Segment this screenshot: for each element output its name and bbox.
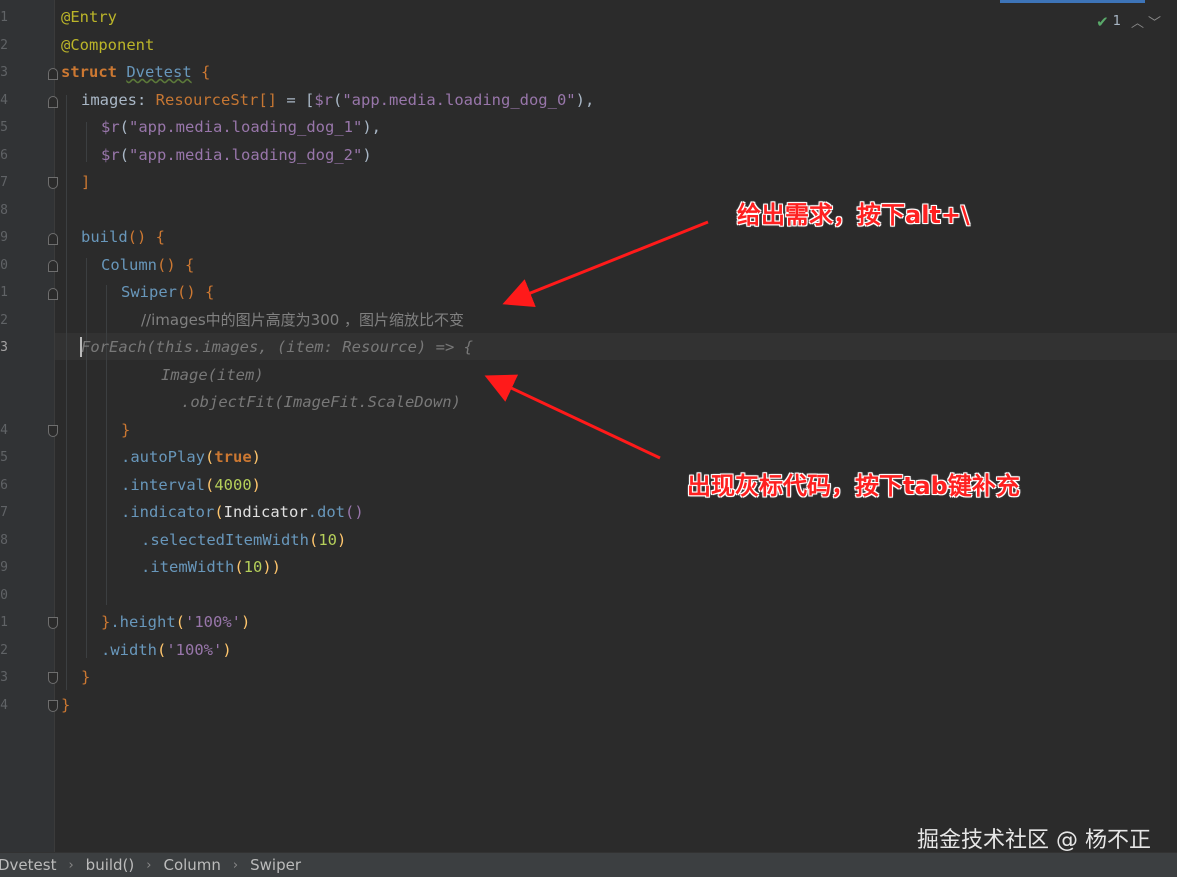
arrow-to-ghost-code — [484, 374, 661, 460]
breadcrumb-item-column[interactable]: Column — [163, 856, 220, 874]
arrow-to-comment — [502, 220, 709, 308]
breadcrumb-item-swiper[interactable]: Swiper — [250, 856, 301, 874]
chevron-right-icon: › — [68, 857, 74, 873]
breadcrumb-item-build[interactable]: build() — [86, 856, 135, 874]
chevron-right-icon: › — [232, 857, 239, 873]
annotation-arrows — [484, 220, 709, 460]
annotation-bottom: 出现灰标代码，按下tab键补充 — [687, 472, 1020, 500]
chevron-right-icon: › — [146, 857, 152, 873]
annotation-top: 给出需求，按下alt+\ — [737, 201, 970, 229]
breadcrumb-item-struct[interactable]: Dvetest — [0, 856, 56, 874]
breadcrumb: Dvetest › build() › Column › Swiper — [0, 852, 1177, 877]
watermark: 掘金技术社区 @ 杨不正 — [917, 828, 1151, 853]
